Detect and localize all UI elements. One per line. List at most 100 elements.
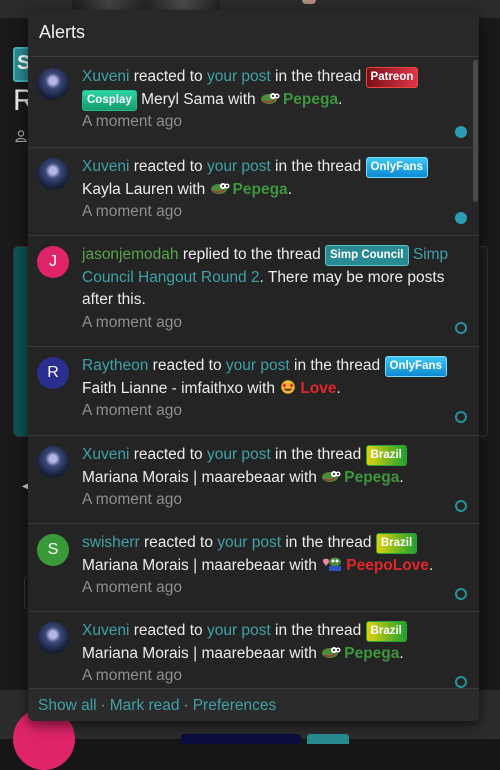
show-all-link[interactable]: Show all bbox=[38, 697, 97, 714]
alert-item[interactable]: Xuveni reacted to your post in the threa… bbox=[28, 612, 479, 688]
alert-text: in the thread bbox=[294, 357, 381, 374]
background-banner-image bbox=[72, 0, 220, 10]
thread-title[interactable]: Faith Lianne - imfaithxo bbox=[82, 380, 243, 397]
reaction-name: Pepega bbox=[344, 644, 400, 662]
avatar[interactable] bbox=[37, 446, 69, 478]
alerts-scrollbar[interactable] bbox=[473, 60, 478, 202]
post-link[interactable]: your post bbox=[207, 68, 271, 85]
alert-text: in the thread bbox=[285, 534, 372, 551]
alert-item[interactable]: Xuveni reacted to your post in the threa… bbox=[28, 58, 479, 148]
alert-action-text: replied to the thread bbox=[182, 246, 321, 263]
alert-text: with bbox=[247, 379, 275, 397]
alert-action-text: reacted to bbox=[133, 446, 203, 463]
avatar[interactable]: S bbox=[37, 534, 69, 566]
user-icon bbox=[15, 130, 27, 142]
prefix-tag: Brazil bbox=[365, 445, 407, 466]
alerts-header: Alerts bbox=[28, 10, 479, 57]
background-button[interactable] bbox=[307, 734, 349, 744]
alert-timestamp: A moment ago bbox=[82, 667, 182, 684]
user-link[interactable]: Xuveni bbox=[82, 446, 129, 463]
alert-action-text: reacted to bbox=[144, 534, 213, 551]
alert-text: in the thread bbox=[275, 68, 362, 85]
alert-text: with bbox=[289, 468, 317, 486]
mark-unread-toggle[interactable] bbox=[455, 411, 467, 423]
reaction-name: Pepega bbox=[344, 468, 400, 486]
alert-item[interactable]: Xuveni reacted to your post in the threa… bbox=[28, 148, 479, 236]
alert-action-text: reacted to bbox=[133, 68, 203, 85]
alert-action-text: reacted to bbox=[152, 357, 222, 374]
post-link[interactable]: your post bbox=[217, 534, 281, 551]
prefix-tag: OnlyFans bbox=[384, 356, 447, 377]
reaction-name: Pepega bbox=[232, 180, 288, 198]
alert-text: with bbox=[177, 180, 206, 198]
alert-text: with bbox=[289, 556, 317, 574]
thread-title[interactable]: Mariana Morais | maarebeaar bbox=[82, 645, 285, 662]
preferences-link[interactable]: Preferences bbox=[193, 697, 277, 714]
mark-unread-toggle[interactable] bbox=[455, 500, 467, 512]
avatar[interactable]: J bbox=[37, 246, 69, 278]
user-link[interactable]: Xuveni bbox=[82, 68, 129, 85]
thread-title[interactable]: Mariana Morais | maarebeaar bbox=[82, 557, 285, 574]
alerts-title: Alerts bbox=[39, 22, 86, 42]
alerts-popup: Alerts Xuveni reacted to your post in th… bbox=[28, 10, 479, 721]
prefix-tag: Simp Council bbox=[325, 245, 409, 266]
alert-action-text: reacted to bbox=[133, 158, 203, 175]
user-link[interactable]: Xuveni bbox=[82, 622, 129, 639]
reaction-name: Love bbox=[300, 379, 337, 397]
pepega-icon bbox=[260, 92, 280, 104]
alert-text: with bbox=[289, 644, 317, 662]
alert-timestamp: A moment ago bbox=[82, 203, 182, 220]
reaction-name: PeepoLove bbox=[346, 556, 429, 574]
prefix-tag: Patreon bbox=[365, 67, 419, 88]
user-link[interactable]: swisherr bbox=[82, 534, 140, 551]
post-link[interactable]: your post bbox=[207, 158, 271, 175]
avatar-letter: J bbox=[49, 253, 57, 270]
alerts-footer: Show all · Mark read · Preferences bbox=[28, 688, 479, 721]
post-link[interactable]: your post bbox=[207, 622, 271, 639]
alert-timestamp: A moment ago bbox=[82, 491, 182, 508]
background-user-avatar bbox=[302, 0, 316, 4]
thread-title[interactable]: Kayla Lauren bbox=[82, 181, 173, 198]
thread-title[interactable]: Meryl Sama bbox=[141, 91, 224, 108]
post-link[interactable]: your post bbox=[226, 357, 290, 374]
alert-item[interactable]: S swisherr reacted to your post in the t… bbox=[28, 524, 479, 612]
prefix-tag: Brazil bbox=[365, 621, 407, 642]
avatar[interactable] bbox=[37, 158, 69, 190]
alert-text: in the thread bbox=[275, 158, 362, 175]
mark-unread-toggle[interactable] bbox=[455, 588, 467, 600]
mark-read-toggle[interactable] bbox=[455, 212, 467, 224]
mark-unread-toggle[interactable] bbox=[455, 676, 467, 688]
post-link[interactable]: your post bbox=[207, 446, 271, 463]
reaction-name: Pepega bbox=[282, 90, 339, 108]
alert-text: in the thread bbox=[275, 446, 362, 463]
love-icon bbox=[281, 379, 296, 394]
pepega-icon bbox=[210, 182, 230, 194]
mark-read-link[interactable]: Mark read bbox=[110, 697, 180, 714]
avatar[interactable] bbox=[37, 68, 69, 100]
alert-item[interactable]: R Raytheon reacted to your post in the t… bbox=[28, 347, 479, 436]
alerts-list: Xuveni reacted to your post in the threa… bbox=[28, 58, 479, 688]
alert-timestamp: A moment ago bbox=[82, 313, 182, 331]
user-link[interactable]: jasonjemodah bbox=[82, 246, 179, 263]
pepega-icon bbox=[322, 646, 341, 658]
user-link[interactable]: Xuveni bbox=[82, 158, 129, 175]
alert-action-text: reacted to bbox=[133, 622, 203, 639]
pepega-icon bbox=[322, 470, 341, 482]
avatar[interactable] bbox=[37, 622, 69, 654]
separator: · bbox=[100, 697, 106, 714]
alert-text: in the thread bbox=[275, 622, 362, 639]
prefix-tag: Cosplay bbox=[82, 89, 137, 111]
alert-timestamp: A moment ago bbox=[82, 402, 182, 419]
mark-read-toggle[interactable] bbox=[455, 126, 467, 138]
user-link[interactable]: Raytheon bbox=[82, 357, 148, 374]
avatar-letter: R bbox=[47, 364, 59, 381]
alert-timestamp: A moment ago bbox=[82, 579, 182, 596]
thread-title[interactable]: Mariana Morais | maarebeaar bbox=[82, 469, 285, 486]
avatar[interactable]: R bbox=[37, 357, 69, 389]
alert-text: with bbox=[228, 90, 256, 108]
prefix-tag: Brazil bbox=[375, 533, 418, 554]
alert-item[interactable]: J jasonjemodah replied to the thread Sim… bbox=[28, 236, 479, 347]
alert-item[interactable]: Xuveni reacted to your post in the threa… bbox=[28, 436, 479, 524]
prefix-tag: OnlyFans bbox=[365, 157, 428, 178]
mark-unread-toggle[interactable] bbox=[455, 322, 467, 334]
